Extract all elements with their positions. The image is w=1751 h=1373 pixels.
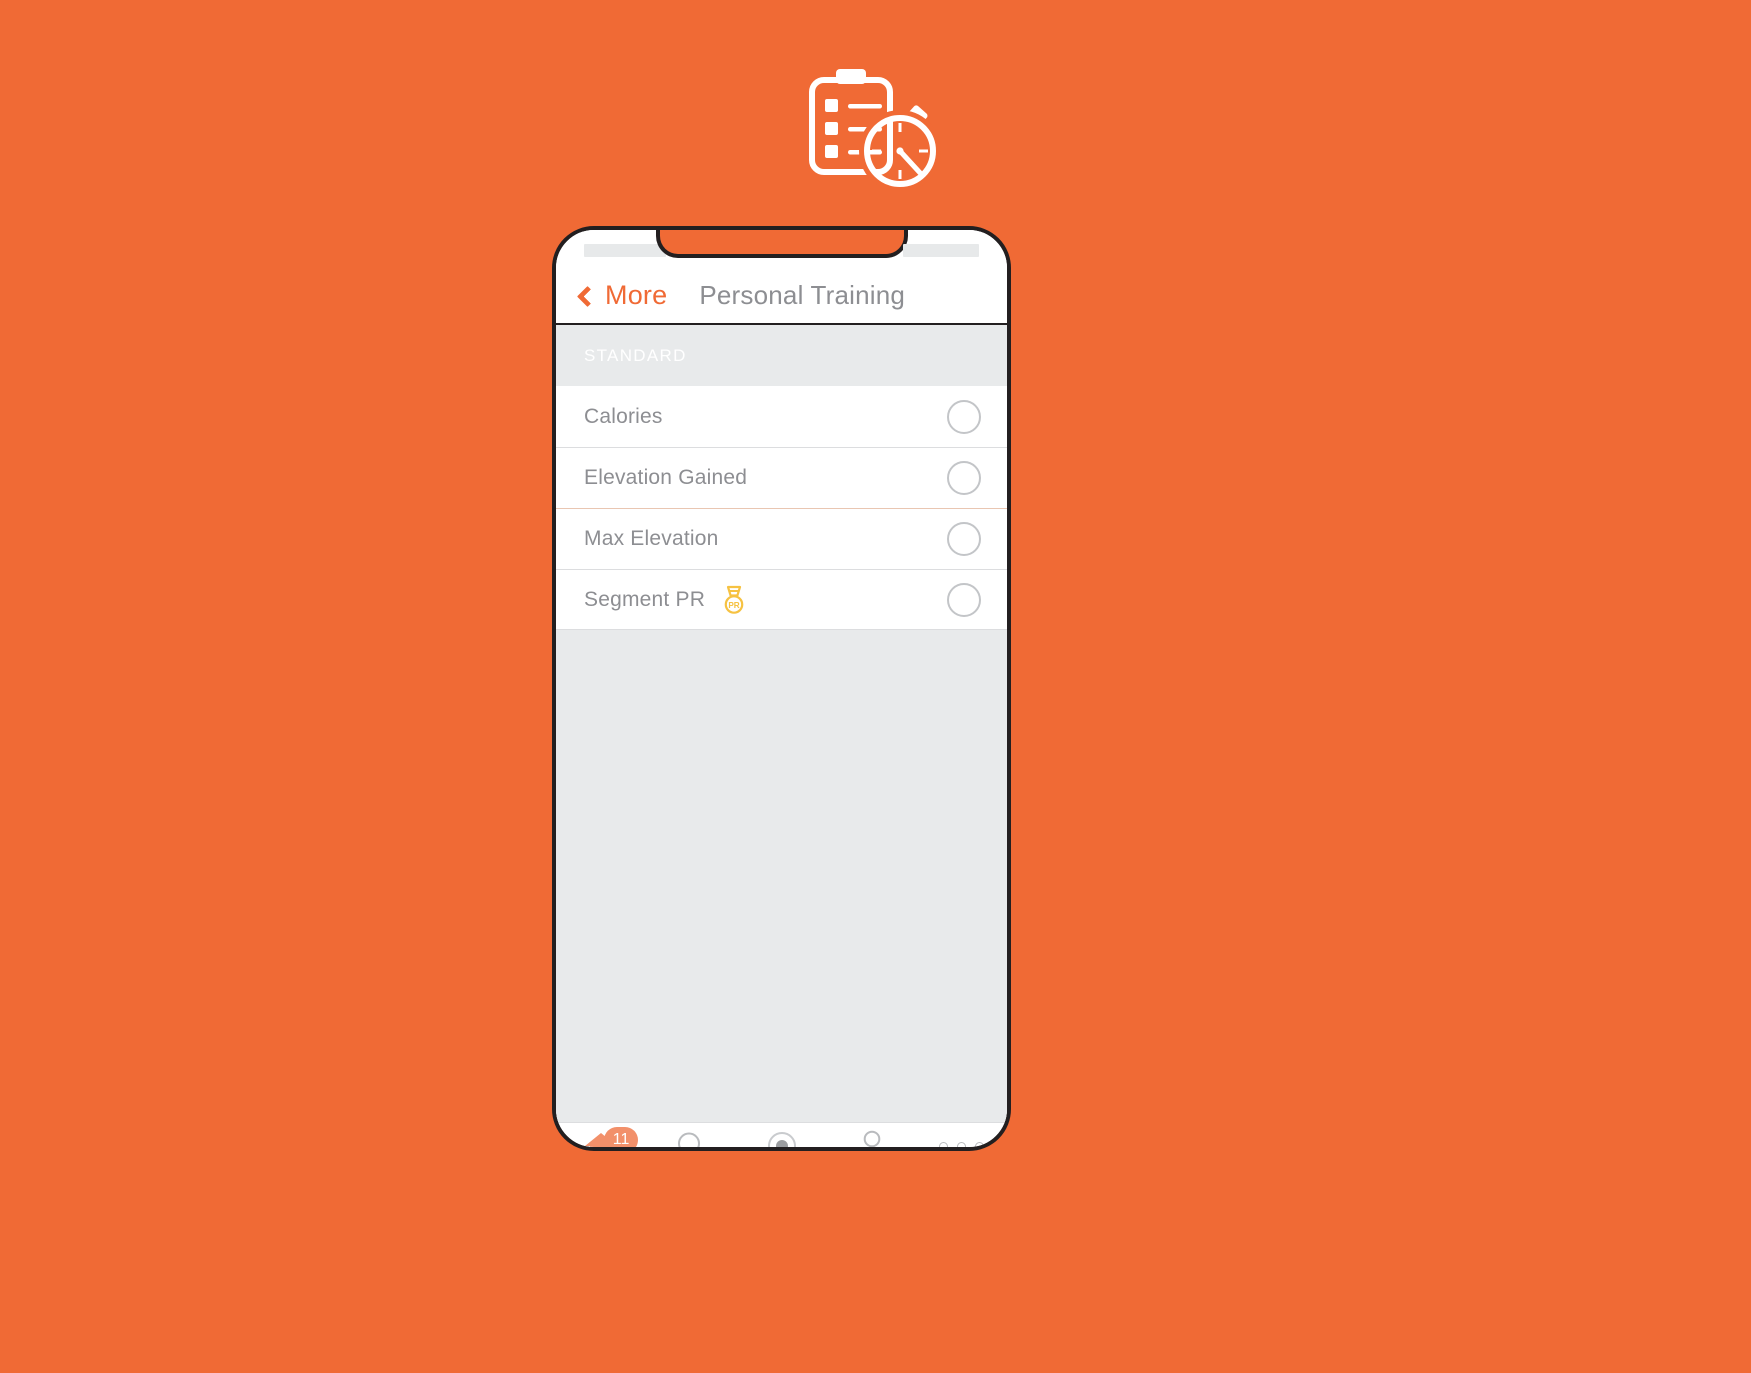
radio-max-elevation[interactable] bbox=[947, 522, 981, 556]
phone-notch bbox=[655, 230, 908, 258]
pr-badge-text: PR bbox=[728, 600, 739, 609]
tab-feed[interactable]: 11 Feed bbox=[556, 1127, 646, 1147]
search-icon bbox=[675, 1129, 707, 1147]
back-button[interactable]: More bbox=[576, 280, 668, 311]
page-title: Personal Training bbox=[699, 280, 906, 310]
list-item-label: Max Elevation bbox=[584, 527, 719, 550]
list-item-elevation-gained[interactable]: Elevation Gained bbox=[556, 447, 1007, 508]
navigation-bar: More Personal Training bbox=[556, 268, 1007, 325]
home-icon: 11 bbox=[582, 1127, 639, 1147]
status-bar bbox=[556, 230, 1007, 268]
tab-record[interactable]: Record bbox=[736, 1129, 826, 1147]
chevron-left-icon bbox=[576, 285, 599, 307]
list-empty-area bbox=[556, 630, 1007, 1122]
ellipsis-dot bbox=[975, 1141, 985, 1147]
status-bar-right-placeholder bbox=[903, 244, 979, 257]
list-item-max-elevation[interactable]: Max Elevation bbox=[556, 508, 1007, 569]
section-header-label: STANDARD bbox=[584, 345, 687, 365]
person-icon bbox=[855, 1129, 889, 1147]
hero-illustration bbox=[0, 66, 1751, 190]
pr-medal-icon: PR bbox=[721, 585, 747, 615]
list-item-label: Segment PR bbox=[584, 587, 706, 611]
settings-list: Calories Elevation Gained Max Elevation … bbox=[556, 386, 1007, 630]
list-item-label: Elevation Gained bbox=[584, 466, 748, 489]
clipboard-stopwatch-icon bbox=[808, 69, 941, 190]
tab-profile[interactable]: Profile bbox=[827, 1129, 917, 1147]
ellipsis-dot bbox=[939, 1141, 949, 1147]
radio-elevation-gained[interactable] bbox=[947, 461, 981, 495]
ellipsis-icon bbox=[939, 1129, 985, 1147]
list-item-calories[interactable]: Calories bbox=[556, 386, 1007, 447]
radio-segment-pr[interactable] bbox=[947, 582, 981, 617]
tab-explore[interactable]: Explore bbox=[646, 1129, 736, 1147]
bottom-tab-bar: 11 Feed Explore Record bbox=[556, 1122, 1007, 1147]
tab-more[interactable]: More bbox=[917, 1129, 1007, 1147]
list-item-segment-pr[interactable]: Segment PR PR bbox=[556, 569, 1007, 630]
screen-content: STANDARD Calories Elevation Gained Max E… bbox=[556, 325, 1007, 1122]
radio-calories[interactable] bbox=[947, 399, 981, 434]
phone-mockup: More Personal Training STANDARD Calories… bbox=[552, 226, 1011, 1151]
status-bar-left-placeholder bbox=[584, 244, 666, 257]
back-button-label: More bbox=[605, 280, 668, 310]
record-icon bbox=[766, 1129, 798, 1147]
list-item-label: Calories bbox=[584, 404, 663, 428]
ellipsis-dot bbox=[957, 1141, 967, 1147]
feed-badge: 11 bbox=[604, 1127, 639, 1147]
section-header-standard: STANDARD bbox=[556, 325, 1007, 386]
